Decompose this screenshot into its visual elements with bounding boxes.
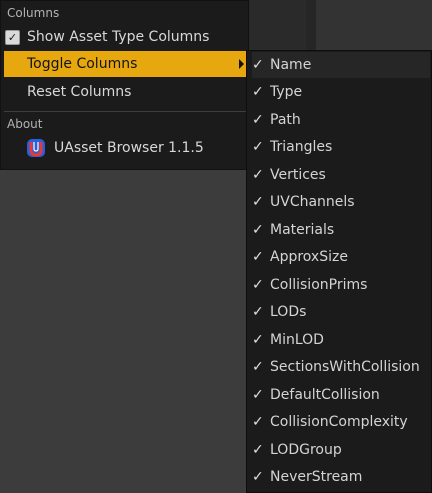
checkmark-icon: ✓ (252, 387, 264, 403)
background-divider (306, 0, 316, 50)
checkmark-icon: ✓ (252, 469, 264, 485)
checkmark-icon: ✓ (252, 359, 264, 375)
column-toggle-label: ApproxSize (270, 249, 348, 265)
menu-separator (4, 111, 247, 112)
column-toggle-label: UVChannels (270, 194, 355, 210)
column-toggle-materials[interactable]: ✓ Materials (252, 217, 430, 243)
column-toggle-triangles[interactable]: ✓ Triangles (252, 134, 430, 160)
checkmark-icon: ✓ (252, 277, 264, 293)
column-toggle-label: MinLOD (270, 332, 324, 348)
column-toggle-type[interactable]: ✓ Type (252, 79, 430, 105)
column-toggle-label: NeverStream (270, 469, 363, 485)
column-toggle-label: Name (270, 57, 312, 73)
checkmark-icon: ✓ (252, 84, 264, 100)
checkmark-icon: ✓ (252, 194, 264, 210)
column-toggle-sectionswithcollision[interactable]: ✓ SectionsWithCollision (252, 354, 430, 380)
checkbox-checked-icon[interactable]: ✓ (5, 29, 20, 45)
checkmark-icon: ✓ (252, 112, 264, 128)
toggle-columns-item[interactable]: Toggle Columns (4, 51, 247, 77)
submenu-arrow-icon (239, 59, 244, 69)
column-toggle-name[interactable]: ✓ Name (252, 52, 430, 78)
show-asset-type-columns-item[interactable]: ✓ Show Asset Type Columns (4, 24, 247, 50)
checkmark-icon: ✓ (252, 304, 264, 320)
column-toggle-path[interactable]: ✓ Path (252, 107, 430, 133)
column-toggle-collisioncomplexity[interactable]: ✓ CollisionComplexity (252, 409, 430, 435)
column-toggle-approxsize[interactable]: ✓ ApproxSize (252, 244, 430, 270)
columns-section-header: Columns (7, 6, 60, 20)
column-toggle-label: Type (270, 84, 303, 100)
about-section-header: About (7, 117, 43, 131)
column-toggle-uvchannels[interactable]: ✓ UVChannels (252, 189, 430, 215)
column-toggle-label: Vertices (270, 167, 326, 183)
show-asset-type-columns-label: Show Asset Type Columns (27, 29, 210, 45)
checkmark-icon: ✓ (252, 414, 264, 430)
column-toggle-minlod[interactable]: ✓ MinLOD (252, 327, 430, 353)
column-toggle-vertices[interactable]: ✓ Vertices (252, 162, 430, 188)
about-uasset-browser-item[interactable]: UAsset Browser 1.1.5 (4, 135, 247, 161)
column-toggle-lods[interactable]: ✓ LODs (252, 299, 430, 325)
checkmark-icon: ✓ (252, 442, 264, 458)
column-toggle-label: LODGroup (270, 442, 342, 458)
columns-context-menu: Columns ✓ Show Asset Type Columns Toggle… (0, 0, 249, 170)
about-uasset-browser-label: UAsset Browser 1.1.5 (54, 140, 204, 156)
checkmark-icon: ✓ (252, 57, 264, 73)
uasset-browser-logo-icon (27, 139, 45, 157)
toggle-columns-label: Toggle Columns (27, 56, 138, 72)
column-toggle-label: LODs (270, 304, 307, 320)
checkmark-icon: ✓ (252, 167, 264, 183)
column-toggle-label: Path (270, 112, 301, 128)
checkmark-icon: ✓ (252, 222, 264, 238)
column-toggle-label: DefaultCollision (270, 387, 380, 403)
column-toggle-label: SectionsWithCollision (270, 359, 420, 375)
checkmark-icon: ✓ (252, 249, 264, 265)
checkmark-icon: ✓ (252, 332, 264, 348)
reset-columns-label: Reset Columns (27, 84, 132, 100)
column-toggle-lodgroup[interactable]: ✓ LODGroup (252, 437, 430, 463)
reset-columns-item[interactable]: Reset Columns (4, 79, 247, 105)
column-toggle-label: Materials (270, 222, 335, 238)
column-toggle-label: Triangles (270, 139, 333, 155)
column-toggle-label: CollisionComplexity (270, 414, 408, 430)
background-panel (316, 0, 432, 50)
column-toggle-collisionprims[interactable]: ✓ CollisionPrims (252, 272, 430, 298)
column-toggle-defaultcollision[interactable]: ✓ DefaultCollision (252, 382, 430, 408)
column-toggle-label: CollisionPrims (270, 277, 368, 293)
toggle-columns-submenu: ✓ Name ✓ Type ✓ Path ✓ Triangles ✓ Verti… (246, 50, 432, 493)
column-toggle-neverstream[interactable]: ✓ NeverStream (252, 464, 430, 490)
checkmark-icon: ✓ (252, 139, 264, 155)
